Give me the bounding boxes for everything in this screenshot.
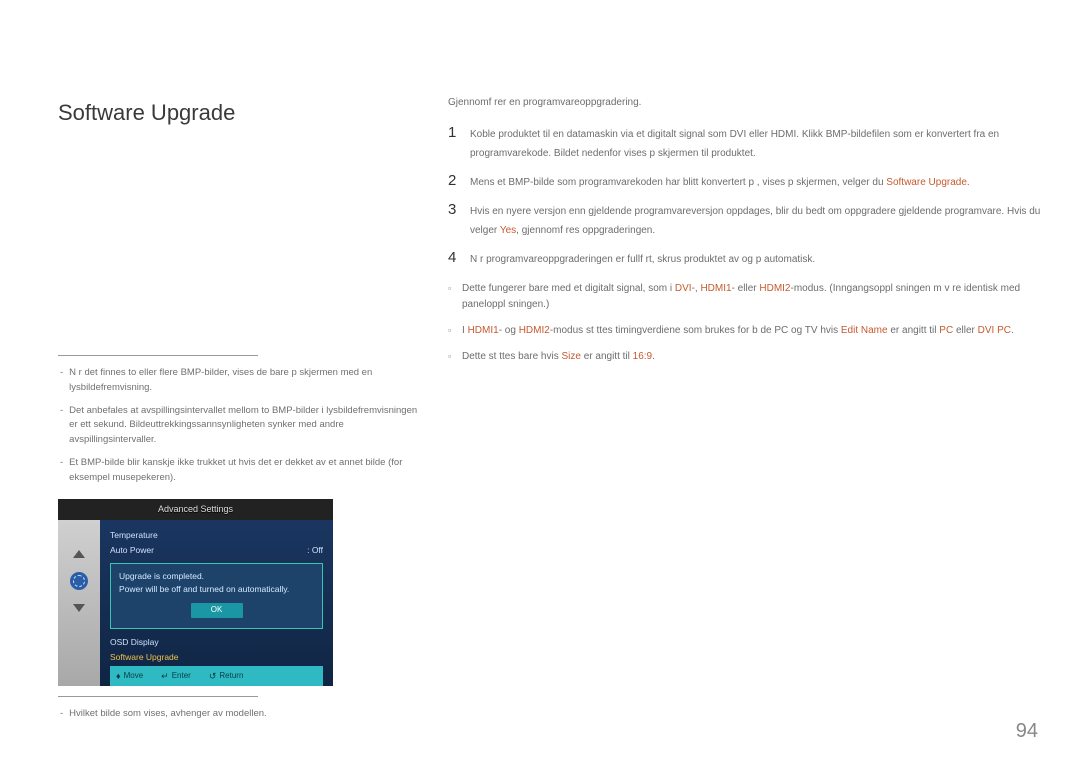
osd-main: Temperature Auto Power: Off Upgrade is c… <box>100 520 333 687</box>
step: 3 Hvis en nyere versjon enn gjeldende pr… <box>448 202 1050 240</box>
dash-icon: - <box>60 404 63 448</box>
osd-foot-move: ♦Move <box>116 669 143 683</box>
return-icon: ↺ <box>209 669 217 683</box>
step: 4 N r programvareoppgraderingen er fullf… <box>448 250 1050 269</box>
step-body: Hvis en nyere versjon enn gjeldende prog… <box>470 202 1050 240</box>
note-item: - Et BMP-bilde blir kanskje ikke trukket… <box>58 456 418 485</box>
osd-popup-line: Power will be off and turned on automati… <box>119 583 314 597</box>
note-item: - Det anbefales at avspillingsintervalle… <box>58 404 418 448</box>
gear-icon <box>70 572 88 590</box>
bullet-icon: ▫ <box>448 281 462 313</box>
osd-popup-line: Upgrade is completed. <box>119 570 314 584</box>
move-icon: ♦ <box>116 669 121 683</box>
osd-row-autopower: Auto Power: Off <box>110 543 323 559</box>
step-number: 2 <box>448 173 470 192</box>
ok-button[interactable]: OK <box>191 603 243 618</box>
dash-icon: - <box>60 707 63 722</box>
note-text: Et BMP-bilde blir kanskje ikke trukket u… <box>69 456 418 485</box>
bullet-item: ▫ I HDMI1- og HDMI2-modus st ttes timing… <box>448 323 1050 339</box>
divider <box>58 355 258 356</box>
bullet-icon: ▫ <box>448 323 462 339</box>
step-body: N r programvareoppgraderingen er fullf r… <box>470 250 1050 269</box>
step-number: 3 <box>448 202 470 240</box>
enter-icon: ↵ <box>161 669 169 683</box>
osd-foot-return: ↺Return <box>209 669 244 683</box>
dash-icon: - <box>60 456 63 485</box>
bullet-list: ▫ Dette fungerer bare med et digitalt si… <box>448 281 1050 365</box>
right-column: Gjennomf rer en programvareoppgradering.… <box>448 95 1050 730</box>
page-number: 94 <box>1016 715 1038 747</box>
page-title: Software Upgrade <box>58 95 418 130</box>
note-text: Det anbefales at avspillingsintervallet … <box>69 404 418 448</box>
step-body: Koble produktet til en datamaskin via et… <box>470 125 1050 163</box>
note-item: - N r det finnes to eller flere BMP-bild… <box>58 366 418 395</box>
intro-text: Gjennomf rer en programvareoppgradering. <box>448 95 1050 111</box>
highlight: Software Upgrade <box>886 177 967 188</box>
divider <box>58 696 258 697</box>
arrow-up-icon <box>73 550 85 558</box>
note-text: Hvilket bilde som vises, avhenger av mod… <box>69 707 266 722</box>
osd-header: Advanced Settings <box>58 499 333 519</box>
note-item: - Hvilket bilde som vises, avhenger av m… <box>58 707 418 722</box>
bullet-item: ▫ Dette fungerer bare med et digitalt si… <box>448 281 1050 313</box>
step: 1 Koble produktet til en datamaskin via … <box>448 125 1050 163</box>
arrow-down-icon <box>73 604 85 612</box>
step-number: 1 <box>448 125 470 163</box>
osd-row-softwareupgrade: Software Upgrade <box>110 650 323 666</box>
step-body: Mens et BMP-bilde som programvarekoden h… <box>470 173 1050 192</box>
note-text: N r det finnes to eller flere BMP-bilder… <box>69 366 418 395</box>
osd-foot-enter: ↵Enter <box>161 669 191 683</box>
step-number: 4 <box>448 250 470 269</box>
highlight: Yes <box>500 225 516 236</box>
left-column: Software Upgrade - N r det finnes to ell… <box>58 95 418 730</box>
osd-footer: ♦Move ↵Enter ↺Return <box>110 666 323 686</box>
step: 2 Mens et BMP-bilde som programvarekoden… <box>448 173 1050 192</box>
bullet-item: ▫ Dette st ttes bare hvis Size er angitt… <box>448 349 1050 365</box>
osd-screenshot: Advanced Settings Temperature Auto Power… <box>58 499 333 686</box>
osd-popup: Upgrade is completed. Power will be off … <box>110 563 323 629</box>
osd-sidebar <box>58 520 100 687</box>
bullet-icon: ▫ <box>448 349 462 365</box>
osd-row-osddisplay: OSD Display <box>110 635 323 651</box>
osd-row-temperature: Temperature <box>110 528 323 544</box>
steps-list: 1 Koble produktet til en datamaskin via … <box>448 125 1050 269</box>
dash-icon: - <box>60 366 63 395</box>
